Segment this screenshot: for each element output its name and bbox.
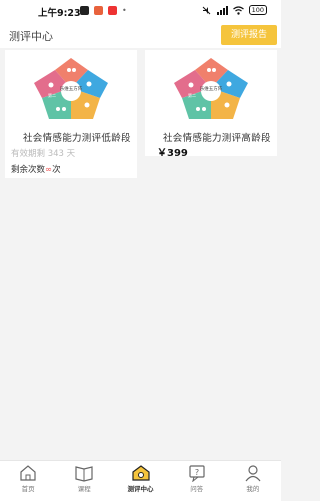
- nav-label: 课程: [77, 485, 91, 493]
- red-app-icon: [108, 6, 117, 15]
- pentagon-puzzle-image: 乐维五方阵 第二: [145, 50, 277, 126]
- battery-icon: 100: [248, 5, 267, 15]
- qa-icon: ?: [189, 465, 205, 482]
- validity-text: 有效期剩 343 天: [11, 149, 76, 159]
- nav-label: 问答: [190, 485, 204, 493]
- assessment-card[interactable]: 乐维五方阵 第二 社会情感能力测评低龄段 有效期剩 343 天 剩余次数∞次: [5, 50, 137, 178]
- mute-icon: [202, 6, 210, 14]
- svg-text:?: ?: [195, 468, 199, 477]
- page-title: 测评中心: [9, 30, 53, 43]
- nav-label: 我的: [246, 485, 260, 493]
- nav-qa[interactable]: ? 问答: [169, 461, 225, 501]
- assessment-report-button[interactable]: 测评报告: [221, 25, 277, 45]
- pentagon-side-label: 第二: [48, 92, 56, 98]
- person-icon: [245, 465, 261, 482]
- status-time: 上午9:23: [38, 8, 81, 19]
- card-title: 社会情感能力测评高龄段: [163, 133, 271, 144]
- status-bar: 上午9:23 • 100: [0, 0, 281, 22]
- nav-assessment[interactable]: 测评中心: [112, 461, 168, 501]
- price-label: ￥399: [157, 148, 188, 156]
- card-title: 社会情感能力测评低龄段: [23, 133, 131, 144]
- nav-profile[interactable]: 我的: [225, 461, 281, 501]
- home-icon: [20, 465, 36, 481]
- header: 测评中心 测评报告: [0, 22, 281, 48]
- wifi-icon: [232, 5, 244, 15]
- nav-label: 首页: [21, 485, 35, 493]
- assessment-icon: [131, 465, 150, 481]
- bottom-nav: 首页 课程 测评中心 ? 问答 我的: [0, 460, 281, 501]
- pentagon-puzzle-image: 乐维五方阵 第二: [5, 50, 137, 126]
- nav-label: 测评中心: [127, 485, 154, 493]
- app-notification-icon: [94, 6, 103, 15]
- pentagon-side-label: 第二: [188, 92, 196, 98]
- remaining-count: 剩余次数∞次: [11, 165, 61, 175]
- more-icon: •: [122, 6, 127, 15]
- assessment-card[interactable]: 乐维五方阵 第二 社会情感能力测评高龄段 ￥399: [145, 50, 277, 156]
- status-right: 100: [202, 5, 267, 15]
- book-icon: [75, 466, 93, 482]
- nav-home[interactable]: 首页: [0, 461, 56, 501]
- signal-icon: [216, 5, 228, 15]
- nav-courses[interactable]: 课程: [56, 461, 112, 501]
- notification-icons: •: [80, 6, 127, 15]
- tiktok-icon: [80, 6, 89, 15]
- pentagon-center-label: 乐维五方阵: [200, 85, 223, 92]
- pentagon-center-label: 乐维五方阵: [60, 85, 83, 92]
- assessment-list: 乐维五方阵 第二 社会情感能力测评低龄段 有效期剩 343 天 剩余次数∞次 乐…: [0, 48, 281, 460]
